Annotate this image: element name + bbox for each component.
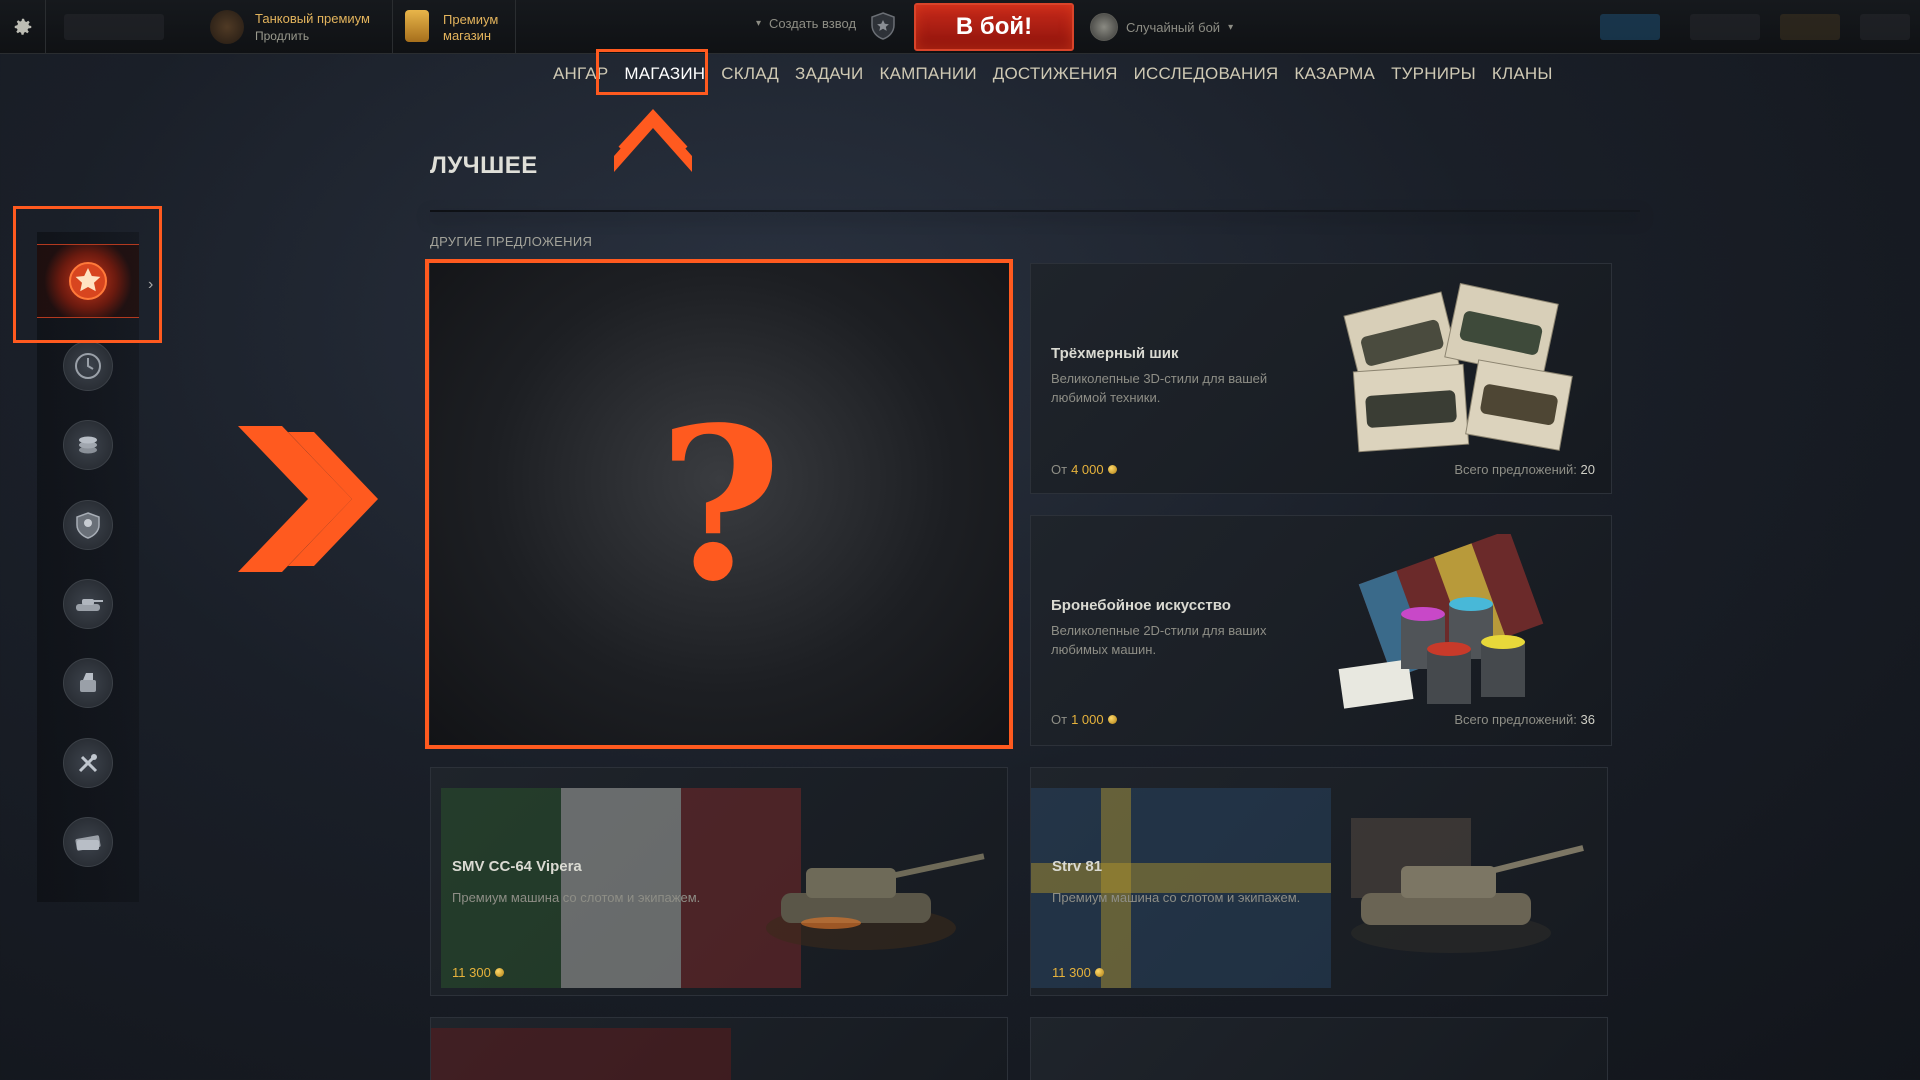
offer-total: Всего предложений: 36 — [1454, 712, 1595, 727]
offer-card-partial-1[interactable] — [430, 1017, 1008, 1080]
tank-premium-title: Танковый премиум — [255, 11, 370, 26]
shop-tab-highlight — [596, 49, 708, 95]
premium-tank-emblem-icon — [210, 10, 244, 44]
sidebar-best-highlight — [13, 206, 162, 343]
price-prefix: От — [1051, 712, 1068, 727]
ussr-flag — [431, 1028, 731, 1080]
paint-cans-image — [1338, 534, 1544, 709]
price-amount: 1 000 — [1071, 712, 1104, 727]
sidebar-item-vehicles[interactable] — [37, 567, 139, 641]
create-platoon-label: Создать взвод — [769, 16, 857, 31]
offer-title: Трёхмерный шик — [1051, 345, 1179, 362]
clock-icon — [75, 353, 101, 379]
chevron-down-icon: ▾ — [756, 18, 762, 29]
section-label: ДРУГИЕ ПРЕДЛОЖЕНИЯ — [430, 234, 593, 249]
nav-depot[interactable]: СКЛАД — [713, 62, 787, 86]
nav-clans[interactable]: КЛАНЫ — [1484, 62, 1561, 86]
vipera-tank-image — [766, 853, 985, 950]
chevron-right-icon: › — [148, 276, 154, 293]
sidebar-item-crew[interactable] — [37, 488, 139, 562]
battle-button[interactable]: В бой! — [914, 3, 1074, 51]
platoon-shield-icon — [871, 12, 895, 40]
nav-campaigns[interactable]: КАМПАНИИ — [871, 62, 984, 86]
tools-icon — [78, 754, 98, 773]
offer-title: Бронебойное искусство — [1051, 597, 1231, 614]
sidebar-item-tools[interactable] — [37, 726, 139, 800]
create-platoon-button[interactable]: ▾ Создать взвод — [756, 16, 856, 31]
price-prefix: От — [1051, 462, 1068, 477]
gold-coin-icon — [1107, 465, 1117, 474]
settings-button[interactable] — [0, 0, 46, 54]
equipment-icon — [80, 673, 96, 692]
total-label: Всего предложений: — [1454, 712, 1577, 727]
offer-price: 11 300 — [1052, 965, 1104, 980]
tank-icon — [76, 599, 103, 611]
strv81-tank-image — [1351, 818, 1584, 953]
page-title: ЛУЧШЕЕ — [430, 152, 538, 179]
pointer-up-arrow-icon — [614, 109, 692, 172]
offer-card-3d-styles[interactable]: Трёхмерный шик Великолепные 3D-стили для… — [1030, 263, 1612, 494]
battle-mode-label: Случайный бой — [1126, 19, 1221, 35]
mystery-offer-highlight — [425, 259, 1013, 749]
offer-card-vipera[interactable]: SMV CC-64 Vipera Премиум машина со слото… — [430, 767, 1008, 996]
total-count: 20 — [1580, 462, 1595, 477]
sidebar-item-credits[interactable] — [37, 805, 139, 879]
blurred-currency-3 — [1780, 14, 1840, 40]
offer-description: Премиум машина со слотом и экипажем. — [1052, 890, 1301, 905]
nav-achievements[interactable]: ДОСТИЖЕНИЯ — [985, 62, 1126, 86]
offer-card-2d-styles[interactable]: Бронебойное искусство Великолепные 2D-ст… — [1030, 515, 1612, 746]
nav-research[interactable]: ИССЛЕДОВАНИЯ — [1126, 62, 1287, 86]
random-battle-icon — [1090, 13, 1118, 41]
title-divider — [430, 210, 1640, 212]
crew-shield-icon — [76, 512, 100, 539]
offer-description: Премиум машина со слотом и экипажем. — [452, 890, 701, 905]
gold-coin-icon — [1107, 715, 1117, 724]
offer-card-partial-2[interactable] — [1030, 1017, 1608, 1080]
total-label: Всего предложений: — [1454, 462, 1577, 477]
tank-premium-extend-link[interactable]: Продлить — [255, 29, 309, 43]
offer-price: От 4 000 — [1051, 462, 1117, 477]
nav-tournaments[interactable]: ТУРНИРЫ — [1383, 62, 1484, 86]
pointer-right-arrow-icon — [238, 426, 378, 572]
gear-icon — [14, 18, 31, 35]
battle-mode-selector[interactable]: Случайный бой ▾ — [1090, 12, 1233, 42]
total-count: 36 — [1580, 712, 1595, 727]
premium-shop-label-1: Премиум — [443, 12, 499, 27]
price-amount: 4 000 — [1071, 462, 1104, 477]
sidebar-item-equipment[interactable] — [37, 646, 139, 720]
player-name-blurred — [64, 14, 164, 40]
gold-coin-icon — [494, 968, 504, 977]
offer-description: Великолепные 2D-стили для ваших любимых … — [1051, 623, 1267, 657]
blurred-currency-1 — [1600, 14, 1660, 40]
offer-price: 11 300 — [452, 965, 504, 980]
tank-premium-widget[interactable]: Танковый премиум Продлить — [210, 8, 385, 46]
premium-shop-button[interactable]: Премиум магазин — [392, 0, 516, 54]
top-bar: Танковый премиум Продлить Премиум магази… — [0, 0, 1920, 54]
money-icon — [75, 835, 101, 851]
offer-total: Всего предложений: 20 — [1454, 462, 1595, 477]
offer-price: От 1 000 — [1051, 712, 1117, 727]
gold-coin-icon — [1094, 968, 1104, 977]
shopping-bag-icon — [405, 10, 429, 42]
premium-shop-label-2: магазин — [443, 28, 492, 43]
blurred-currency-2 — [1690, 14, 1760, 40]
offer-description: Великолепные 3D-стили для вашей любимой … — [1051, 371, 1268, 405]
chevron-down-icon: ▾ — [1228, 21, 1234, 33]
offer-title: Strv 81 — [1052, 858, 1103, 875]
offer-card-strv81[interactable]: Strv 81 Премиум машина со слотом и экипа… — [1030, 767, 1608, 996]
nav-barracks[interactable]: КАЗАРМА — [1286, 62, 1383, 86]
price-amount: 11 300 — [452, 965, 491, 980]
style-cards-image — [1343, 282, 1573, 453]
blurred-currency-4 — [1860, 14, 1910, 40]
coins-icon — [79, 436, 97, 454]
nav-missions[interactable]: ЗАДАЧИ — [787, 62, 871, 86]
offer-title: SMV CC-64 Vipera — [452, 858, 582, 875]
price-amount: 11 300 — [1052, 965, 1091, 980]
sidebar-item-gold[interactable] — [37, 408, 139, 482]
